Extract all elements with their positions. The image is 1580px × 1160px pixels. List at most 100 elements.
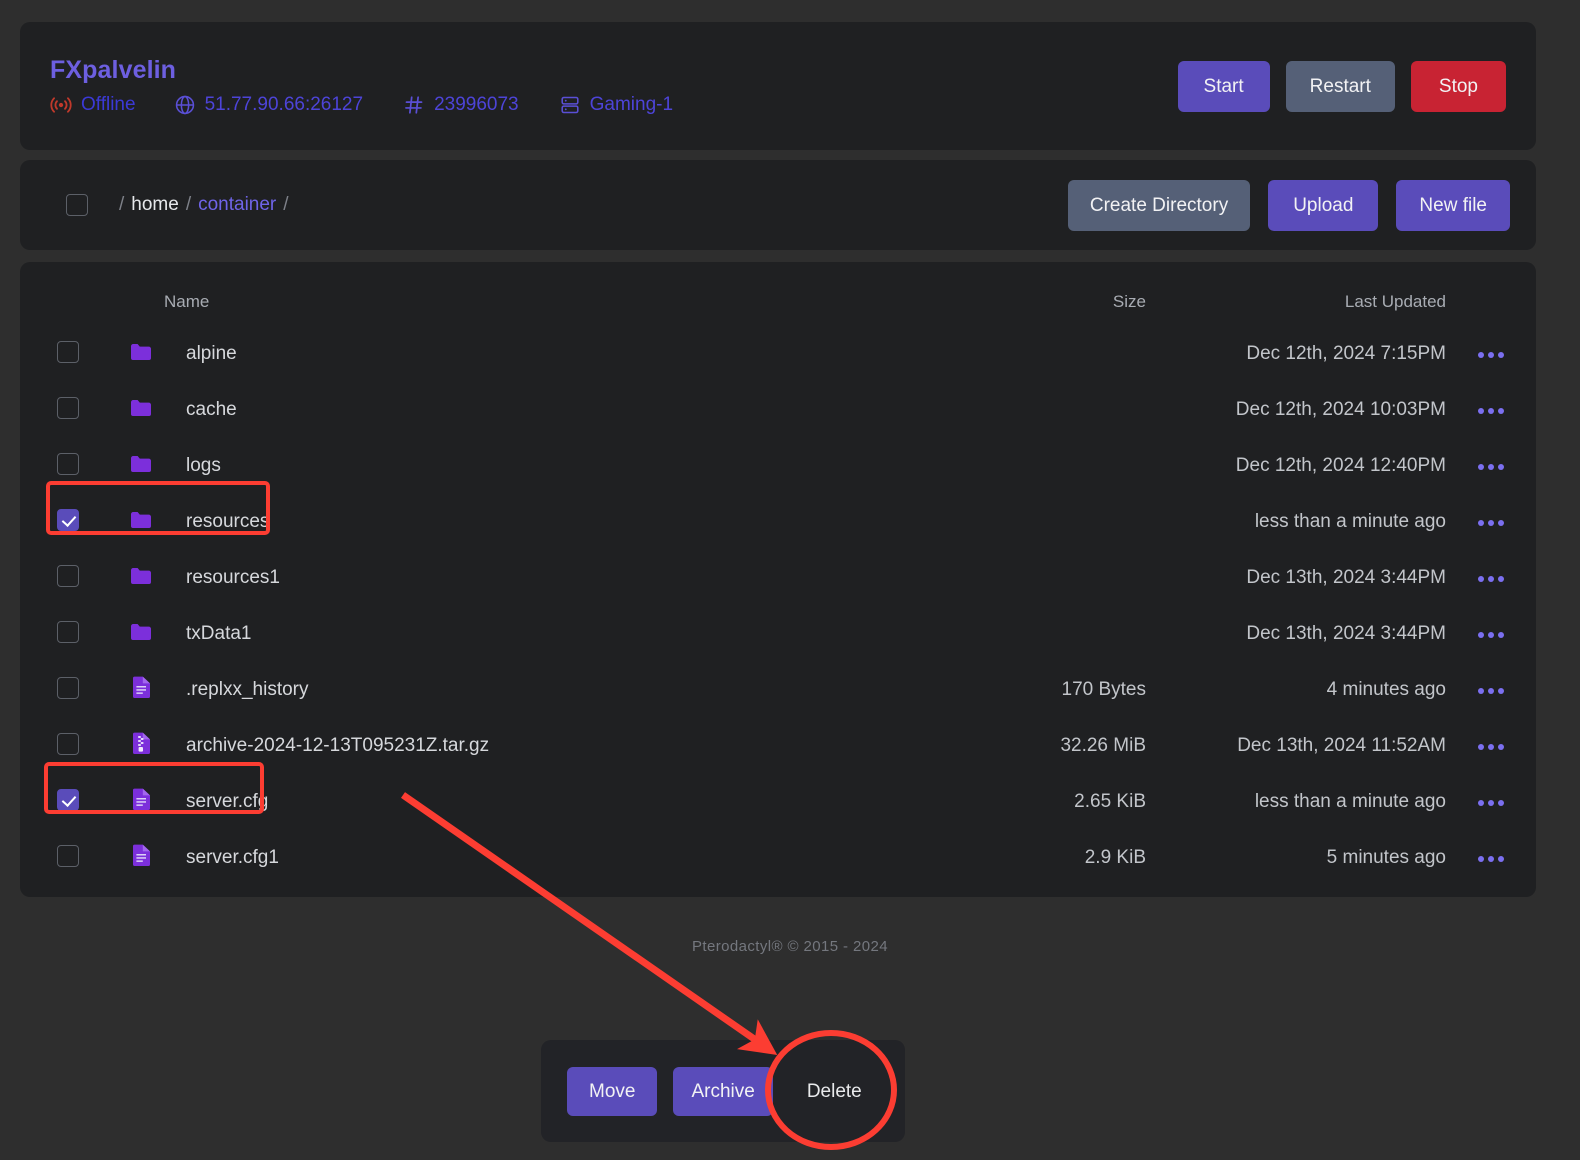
breadcrumb-item-home[interactable]: home [131,194,179,216]
table-row[interactable]: server.cfg 2.65 KiB less than a minute ago [20,774,1536,830]
row-name[interactable]: server.cfg1 [164,830,956,886]
row-actions [1446,438,1536,494]
server-id: 23996073 [403,94,519,116]
ellipsis-icon[interactable] [1478,744,1504,750]
row-checkbox-cell [20,326,116,382]
row-size [956,550,1146,606]
row-icon-cell [116,550,164,606]
row-checkbox[interactable] [57,844,79,867]
ellipsis-icon[interactable] [1478,464,1504,470]
row-actions [1446,494,1536,550]
server-status-label: Offline [81,94,136,115]
selection-action-bar: Move Archive Delete [541,1040,905,1142]
file-manager-page: FXpalvelin Offline 51.77.90.66:26127 239… [0,0,1580,1160]
table-row[interactable]: cache Dec 12th, 2024 10:03PM [20,382,1536,438]
row-actions [1446,550,1536,606]
row-name[interactable]: resources [164,494,956,550]
file-icon [132,788,151,815]
row-checkbox[interactable] [57,676,79,699]
row-checkbox[interactable] [57,340,79,363]
row-last-updated: Dec 13th, 2024 11:52AM [1237,735,1446,756]
archive-button[interactable]: Archive [673,1066,773,1116]
row-checkbox-cell [20,662,116,718]
table-row[interactable]: txData1 Dec 13th, 2024 3:44PM [20,606,1536,662]
ellipsis-icon[interactable] [1478,632,1504,638]
row-checkbox-cell [20,494,116,550]
row-checkbox-cell [20,550,116,606]
row-checkbox-cell [20,438,116,494]
new-file-button[interactable]: New file [1396,179,1510,231]
row-actions [1446,382,1536,438]
footer-copyright: Pterodactyl® © 2015 - 2024 [692,938,888,955]
ellipsis-icon[interactable] [1478,408,1504,414]
create-directory-button[interactable]: Create Directory [1067,179,1251,231]
row-actions [1446,606,1536,662]
row-name[interactable]: alpine [164,326,956,382]
signal-icon [50,95,72,115]
row-checkbox-cell [20,382,116,438]
ellipsis-icon[interactable] [1478,520,1504,526]
ellipsis-icon[interactable] [1478,856,1504,862]
row-actions [1446,718,1536,774]
row-icon-cell [116,326,164,382]
table-row[interactable]: server.cfg1 2.9 KiB 5 minutes ago [20,830,1536,886]
ellipsis-icon[interactable] [1478,688,1504,694]
row-actions [1446,830,1536,886]
row-checkbox[interactable] [57,564,79,587]
ellipsis-icon[interactable] [1478,352,1504,358]
table-row[interactable]: resources1 Dec 13th, 2024 3:44PM [20,550,1536,606]
archive-file-icon [132,732,151,759]
row-name[interactable]: archive-2024-12-13T095231Z.tar.gz [164,718,956,774]
row-size [956,438,1146,494]
row-last-updated: Dec 13th, 2024 3:44PM [1246,567,1446,588]
header-checkbox [20,262,116,326]
ellipsis-icon[interactable] [1478,800,1504,806]
upload-button[interactable]: Upload [1268,179,1379,231]
file-list-card: Name Size Last Updated alpine Dec 12th, 2… [20,262,1536,897]
header-icon [116,262,164,326]
start-button[interactable]: Start [1177,60,1270,112]
row-checkbox[interactable] [57,788,79,811]
server-address: 51.77.90.66:26127 [174,94,364,116]
folder-icon [130,623,152,645]
row-name[interactable]: cache [164,382,956,438]
row-last-updated: less than a minute ago [1254,511,1446,532]
row-name[interactable]: txData1 [164,606,956,662]
row-checkbox[interactable] [57,620,79,643]
row-icon-cell [116,438,164,494]
breadcrumb-item-container[interactable]: container [198,194,276,216]
server-node: Gaming-1 [559,94,673,116]
file-actions: Create Directory Upload New file [1067,179,1510,231]
globe-icon [174,94,196,116]
row-checkbox[interactable] [57,396,79,419]
row-icon-cell [116,774,164,830]
table-row[interactable]: alpine Dec 12th, 2024 7:15PM [20,326,1536,382]
row-checkbox[interactable] [57,508,79,531]
delete-button[interactable]: Delete [789,1067,880,1116]
restart-button[interactable]: Restart [1285,60,1395,112]
row-size [956,326,1146,382]
stop-button[interactable]: Stop [1410,60,1506,112]
row-name[interactable]: server.cfg [164,774,956,830]
row-checkbox[interactable] [57,732,79,755]
header-name: Name [164,292,210,311]
select-all-checkbox[interactable] [66,194,88,216]
ellipsis-icon[interactable] [1478,576,1504,582]
server-meta: Offline 51.77.90.66:26127 23996073 Gamin… [50,94,713,116]
row-name[interactable]: resources1 [164,550,956,606]
server-rack-icon [559,94,581,116]
server-address-label: 51.77.90.66:26127 [204,94,364,115]
breadcrumb: / home / container / [119,194,289,216]
row-last-updated: 5 minutes ago [1326,847,1446,868]
table-row[interactable]: archive-2024-12-13T095231Z.tar.gz 32.26 M… [20,718,1536,774]
row-checkbox-cell [20,606,116,662]
table-row[interactable]: .replxx_history 170 Bytes 4 minutes ago [20,662,1536,718]
row-size [956,494,1146,550]
table-row[interactable]: logs Dec 12th, 2024 12:40PM [20,438,1536,494]
row-name[interactable]: .replxx_history [164,662,956,718]
breadcrumb-separator-1: / [185,194,192,215]
row-checkbox[interactable] [57,452,79,475]
move-button[interactable]: Move [567,1066,658,1116]
table-row[interactable]: resources less than a minute ago [20,494,1536,550]
row-name[interactable]: logs [164,438,956,494]
